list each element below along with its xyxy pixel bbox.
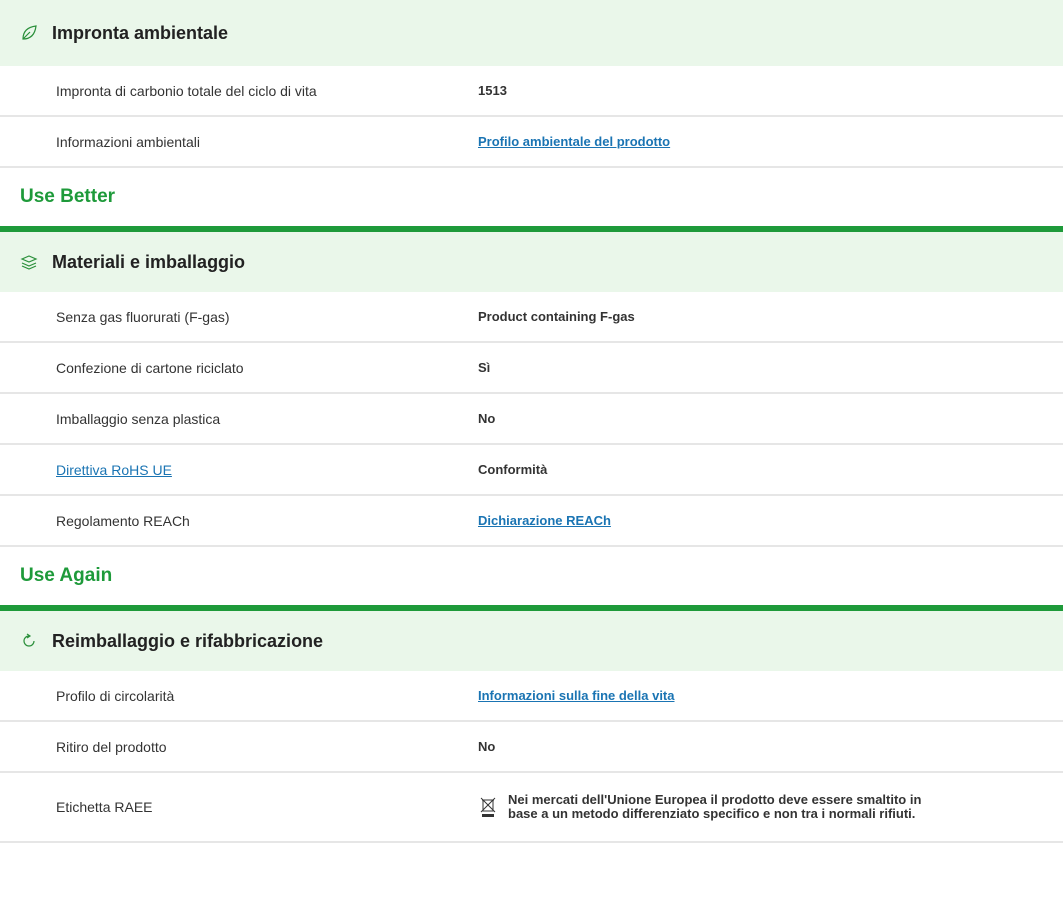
row-value: No bbox=[478, 739, 496, 754]
table-row: Regolamento REACh Dichiarazione REACh bbox=[0, 496, 1063, 547]
rohs-directive-link[interactable]: Direttiva RoHS UE bbox=[56, 462, 172, 478]
group-title-use-better: Use Better bbox=[20, 186, 116, 207]
row-label: Informazioni ambientali bbox=[56, 133, 200, 150]
row-label: Profilo di circolarità bbox=[56, 687, 175, 704]
row-value: Dichiarazione REACh bbox=[478, 513, 611, 528]
row-value: No bbox=[478, 411, 496, 426]
row-value: Profilo ambientale del prodotto bbox=[478, 134, 670, 149]
row-value: Conformità bbox=[478, 462, 548, 477]
leaf-icon bbox=[20, 24, 38, 42]
crossed-bin-icon bbox=[478, 796, 498, 818]
table-row: Direttiva RoHS UE Conformità bbox=[0, 445, 1063, 496]
reach-declaration-link[interactable]: Dichiarazione REACh bbox=[478, 513, 611, 528]
row-value: 1513 bbox=[478, 83, 507, 98]
layers-icon bbox=[20, 253, 38, 271]
table-row: Senza gas fluorurati (F-gas) Product con… bbox=[0, 292, 1063, 343]
section-title: Impronta ambientale bbox=[52, 22, 229, 43]
refresh-icon bbox=[20, 632, 38, 650]
section-header-materials-packaging: Materiali e imballaggio bbox=[0, 226, 1063, 292]
table-row: Impronta di carbonio totale del ciclo di… bbox=[0, 66, 1063, 117]
row-label: Confezione di cartone riciclato bbox=[56, 359, 244, 376]
weee-notice: Nei mercati dell'Unione Europea il prodo… bbox=[508, 792, 922, 821]
row-value: Sì bbox=[478, 360, 491, 375]
end-of-life-info-link[interactable]: Informazioni sulla fine della vita bbox=[478, 688, 675, 703]
table-row: Informazioni ambientali Profilo ambienta… bbox=[0, 117, 1063, 168]
row-label: Senza gas fluorurati (F-gas) bbox=[56, 308, 230, 325]
group-title-use-again: Use Again bbox=[20, 565, 113, 586]
environmental-profile-link[interactable]: Profilo ambientale del prodotto bbox=[478, 134, 670, 149]
row-label: Etichetta RAEE bbox=[56, 799, 153, 815]
section-title: Reimballaggio e rifabbricazione bbox=[52, 630, 324, 651]
section-title: Materiali e imballaggio bbox=[52, 251, 246, 272]
row-value: Informazioni sulla fine della vita bbox=[478, 688, 675, 703]
table-row: Confezione di cartone riciclato Sì bbox=[0, 343, 1063, 394]
row-label: Ritiro del prodotto bbox=[56, 738, 167, 755]
table-row: Etichetta RAEE Nei mercati dell'Unione E… bbox=[0, 773, 1063, 843]
section-header-environmental-footprint: Impronta ambientale bbox=[0, 0, 1063, 66]
row-value: Product containing F-gas bbox=[478, 309, 635, 324]
row-label: Direttiva RoHS UE bbox=[0, 462, 478, 478]
row-label: Regolamento REACh bbox=[56, 512, 190, 529]
table-row: Profilo di circolarità Informazioni sull… bbox=[0, 671, 1063, 722]
row-label: Impronta di carbonio totale del ciclo di… bbox=[56, 82, 317, 99]
row-label: Imballaggio senza plastica bbox=[56, 410, 221, 427]
table-row: Ritiro del prodotto No bbox=[0, 722, 1063, 773]
table-row: Imballaggio senza plastica No bbox=[0, 394, 1063, 445]
row-value: Nei mercati dell'Unione Europea il prodo… bbox=[478, 793, 948, 821]
section-header-repackaging: Reimballaggio e rifabbricazione bbox=[0, 605, 1063, 671]
